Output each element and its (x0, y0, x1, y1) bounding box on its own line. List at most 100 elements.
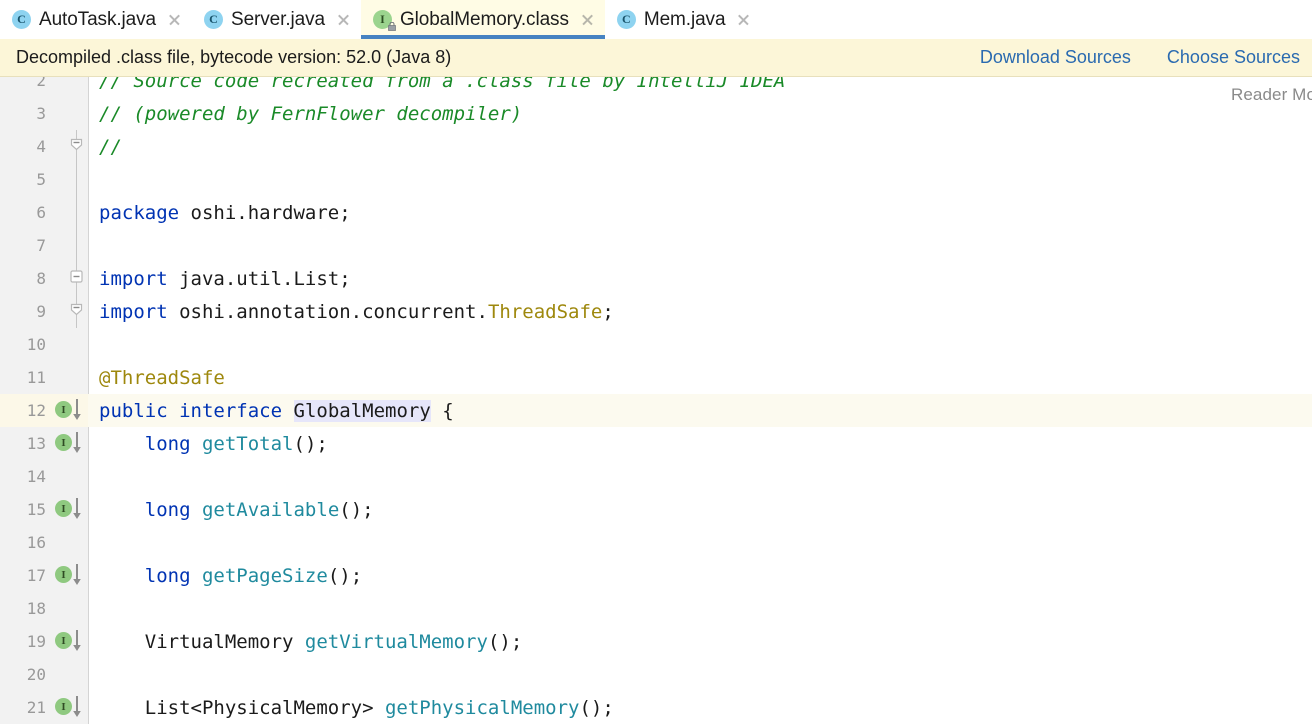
code-line-content[interactable]: // Source code recreated from a .class f… (88, 77, 1312, 97)
gutter-marker[interactable] (55, 662, 85, 687)
editor-gutter[interactable]: 7 (0, 229, 89, 262)
code-line-content[interactable]: long getPageSize (); (88, 559, 1312, 592)
editor-tab-server-java[interactable]: C Server.java (192, 0, 361, 39)
code-line[interactable]: 12 Ipublic interface GlobalMemory { (0, 394, 1312, 427)
code-line[interactable]: 11 @ThreadSafe (0, 361, 1312, 394)
implemented-by-arrow-icon[interactable] (72, 398, 82, 423)
close-icon[interactable] (580, 12, 595, 27)
editor-gutter[interactable]: 6 (0, 196, 89, 229)
editor-gutter[interactable]: 12 I (0, 394, 89, 427)
download-sources-link[interactable]: Download Sources (980, 47, 1131, 68)
code-line-content[interactable]: long getAvailable (); (88, 493, 1312, 526)
code-line[interactable]: 6 package oshi.hardware; (0, 196, 1312, 229)
code-line[interactable]: 7 (0, 229, 1312, 262)
editor-gutter[interactable]: 19 I (0, 625, 89, 658)
gutter-marker[interactable]: I (55, 695, 85, 720)
editor-gutter[interactable]: 20 (0, 658, 89, 691)
code-line[interactable]: 21 I List<PhysicalMemory> getPhysicalMemo… (0, 691, 1312, 724)
code-line-content[interactable]: // (powered by FernFlower decompiler) (88, 97, 1312, 130)
code-line-content[interactable]: package oshi.hardware; (88, 196, 1312, 229)
gutter-marker[interactable] (55, 233, 85, 258)
code-line-content[interactable] (88, 460, 1312, 493)
code-line[interactable]: 5 (0, 163, 1312, 196)
gutter-marker[interactable]: I (55, 431, 85, 456)
code-line[interactable]: 16 (0, 526, 1312, 559)
editor-gutter[interactable]: 13 I (0, 427, 89, 460)
code-line-content[interactable] (88, 328, 1312, 361)
editor-gutter[interactable]: 3 (0, 97, 89, 130)
code-line[interactable]: 19 I VirtualMemory getVirtualMemory (); (0, 625, 1312, 658)
fold-collapse-icon[interactable] (70, 270, 83, 283)
close-icon[interactable] (336, 12, 351, 27)
code-line-content[interactable] (88, 592, 1312, 625)
editor-gutter[interactable]: 5 (0, 163, 89, 196)
editor-gutter[interactable]: 17 I (0, 559, 89, 592)
fold-region-end-icon[interactable] (70, 303, 83, 316)
editor-gutter[interactable]: 10 (0, 328, 89, 361)
code-line[interactable]: 4 // (0, 130, 1312, 163)
code-line[interactable]: 13 I long getTotal (); (0, 427, 1312, 460)
reader-mode-label[interactable]: Reader Mo (1231, 85, 1312, 105)
code-line-content[interactable] (88, 229, 1312, 262)
interface-marker-icon[interactable]: I (55, 566, 72, 583)
code-line[interactable]: 10 (0, 328, 1312, 361)
editor-gutter[interactable]: 21 I (0, 691, 89, 724)
code-line-content[interactable]: long getTotal (); (88, 427, 1312, 460)
implemented-by-arrow-icon[interactable] (72, 563, 82, 588)
code-line-content[interactable]: // (88, 130, 1312, 163)
gutter-marker[interactable] (55, 167, 85, 192)
editor-tab-globalmemory-class[interactable]: I GlobalMemory.class (360, 0, 605, 39)
code-line[interactable]: 9 import oshi.annotation.concurrent. Threa… (0, 295, 1312, 328)
implemented-by-arrow-icon[interactable] (72, 629, 82, 654)
gutter-marker[interactable] (55, 101, 85, 126)
code-line-content[interactable]: import oshi.annotation.concurrent. Thread… (88, 295, 1312, 328)
code-line[interactable]: 17 I long getPageSize (); (0, 559, 1312, 592)
code-line[interactable]: 14 (0, 460, 1312, 493)
implemented-by-arrow-icon[interactable] (72, 695, 82, 720)
implemented-by-arrow-icon[interactable] (72, 497, 82, 522)
interface-marker-icon[interactable]: I (55, 698, 72, 715)
fold-region-end-icon[interactable] (70, 138, 83, 151)
interface-marker-icon[interactable]: I (55, 401, 72, 418)
editor-gutter[interactable]: 8 (0, 262, 89, 295)
implemented-by-arrow-icon[interactable] (72, 431, 82, 456)
gutter-marker[interactable] (55, 332, 85, 357)
code-line-content[interactable] (88, 658, 1312, 691)
editor-gutter[interactable]: 15 I (0, 493, 89, 526)
interface-marker-icon[interactable]: I (55, 434, 72, 451)
gutter-marker[interactable] (55, 77, 85, 93)
editor-gutter[interactable]: 16 (0, 526, 89, 559)
interface-marker-icon[interactable]: I (55, 500, 72, 517)
code-line-content[interactable]: public interface GlobalMemory { (88, 394, 1312, 427)
code-line[interactable]: 3 // (powered by FernFlower decompiler) (0, 97, 1312, 130)
code-line-content[interactable] (88, 163, 1312, 196)
gutter-marker[interactable] (55, 530, 85, 555)
gutter-marker[interactable]: I (55, 398, 85, 423)
close-icon[interactable] (736, 12, 751, 27)
interface-marker-icon[interactable]: I (55, 632, 72, 649)
gutter-marker[interactable]: I (55, 629, 85, 654)
code-line-content[interactable] (88, 526, 1312, 559)
editor-gutter[interactable]: 14 (0, 460, 89, 493)
gutter-marker[interactable]: I (55, 497, 85, 522)
editor-tab-autotask-java[interactable]: C AutoTask.java (0, 0, 192, 39)
gutter-marker[interactable] (55, 596, 85, 621)
editor-gutter[interactable]: 11 (0, 361, 89, 394)
gutter-marker[interactable]: I (55, 563, 85, 588)
code-line-content[interactable]: List<PhysicalMemory> getPhysicalMemory()… (88, 691, 1312, 724)
gutter-marker[interactable] (55, 365, 85, 390)
gutter-marker[interactable] (55, 464, 85, 489)
code-line-content[interactable]: VirtualMemory getVirtualMemory (); (88, 625, 1312, 658)
close-icon[interactable] (167, 12, 182, 27)
code-line[interactable]: 18 (0, 592, 1312, 625)
editor-gutter[interactable]: 2 (0, 77, 89, 97)
editor-tab-mem-java[interactable]: C Mem.java (604, 0, 762, 39)
code-line[interactable]: 8 import java.util.List; (0, 262, 1312, 295)
gutter-marker[interactable] (55, 200, 85, 225)
code-editor[interactable]: 2 // Source code recreated from a .class … (0, 77, 1312, 728)
editor-gutter[interactable]: 18 (0, 592, 89, 625)
code-line[interactable]: 20 (0, 658, 1312, 691)
choose-sources-link[interactable]: Choose Sources (1167, 47, 1300, 68)
code-line-content[interactable]: import java.util.List; (88, 262, 1312, 295)
code-line-content[interactable]: @ThreadSafe (88, 361, 1312, 394)
